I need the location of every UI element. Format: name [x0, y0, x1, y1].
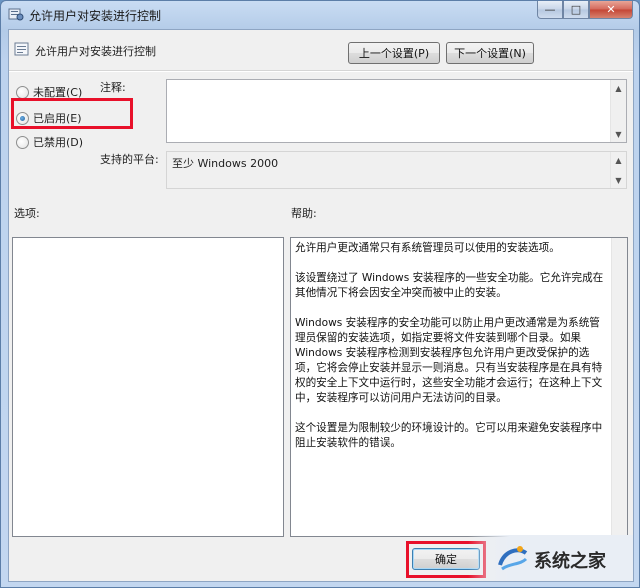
minimize-button[interactable]: — — [537, 1, 563, 19]
radio-disabled[interactable]: 已禁用(D) — [16, 134, 83, 150]
help-text: 允许用户更改通常只有系统管理员可以使用的安装选项。 该设置绕过了 Windows… — [291, 238, 627, 454]
radio-circle — [16, 85, 29, 99]
previous-setting-button[interactable]: 上一个设置(P) — [348, 42, 440, 64]
dialog-window: 允许用户对安装进行控制 — □ ✕ 允许用户对安装进行控制 上一个设置(P) 下… — [0, 0, 640, 588]
help-paragraph: 这个设置是为限制较少的环境设计的。它可以用来避免安装程序中阻止安装软件的错误。 — [295, 422, 603, 449]
title-bar[interactable]: 允许用户对安装进行控制 — □ ✕ — [1, 1, 639, 27]
options-panel — [12, 237, 284, 537]
supported-platforms-box: 至少 Windows 2000 ▲ ▼ — [166, 151, 627, 189]
comment-textbox[interactable]: ▲ ▼ — [166, 79, 627, 143]
policy-icon — [8, 6, 24, 22]
help-paragraph: 允许用户更改通常只有系统管理员可以使用的安装选项。 — [295, 242, 560, 254]
comment-label: 注释: — [100, 81, 126, 94]
caption-buttons: — □ ✕ — [537, 1, 633, 19]
options-label: 选项: — [14, 207, 40, 220]
dialog-client-area: 允许用户对安装进行控制 上一个设置(P) 下一个设置(N) 未配置(C) 已启用… — [8, 29, 634, 582]
setting-icon — [14, 41, 30, 57]
radio-circle — [16, 135, 29, 149]
watermark-text: 系统之家 — [534, 551, 606, 572]
help-label: 帮助: — [291, 207, 317, 220]
supported-platforms-value: 至少 Windows 2000 — [172, 157, 279, 170]
next-setting-button[interactable]: 下一个设置(N) — [446, 42, 534, 64]
logo-swirl-icon — [498, 546, 528, 571]
window-title: 允许用户对安装进行控制 — [29, 9, 162, 23]
scroll-up-icon[interactable]: ▲ — [611, 81, 626, 95]
minimize-icon: — — [544, 3, 556, 16]
radio-label: 已禁用(D) — [33, 136, 84, 149]
enabled-highlight-box — [11, 98, 133, 129]
close-button[interactable]: ✕ — [589, 1, 633, 19]
help-paragraph: 该设置绕过了 Windows 安装程序的一些安全功能。它允许完成在其他情况下将会… — [295, 272, 604, 299]
scroll-up-icon[interactable]: ▲ — [611, 153, 626, 167]
policy-name: 允许用户对安装进行控制 — [35, 45, 156, 58]
supported-label: 支持的平台: — [100, 153, 159, 166]
help-scrollbar[interactable] — [611, 238, 627, 536]
maximize-icon: □ — [570, 3, 582, 16]
help-paragraph: Windows 安装程序的安全功能可以防止用户更改通常是为系统管理员保留的安装选… — [295, 317, 603, 404]
help-panel: 允许用户更改通常只有系统管理员可以使用的安装选项。 该设置绕过了 Windows… — [290, 237, 628, 537]
close-icon: ✕ — [606, 3, 616, 16]
watermark-logo: 系统之家 — [468, 535, 633, 581]
header-divider — [9, 70, 633, 72]
scroll-down-icon[interactable]: ▼ — [611, 127, 626, 141]
comment-scrollbar[interactable]: ▲ ▼ — [610, 80, 626, 142]
scroll-down-icon[interactable]: ▼ — [611, 173, 626, 187]
maximize-button[interactable]: □ — [563, 1, 589, 19]
supported-scrollbar[interactable]: ▲ ▼ — [610, 152, 626, 188]
